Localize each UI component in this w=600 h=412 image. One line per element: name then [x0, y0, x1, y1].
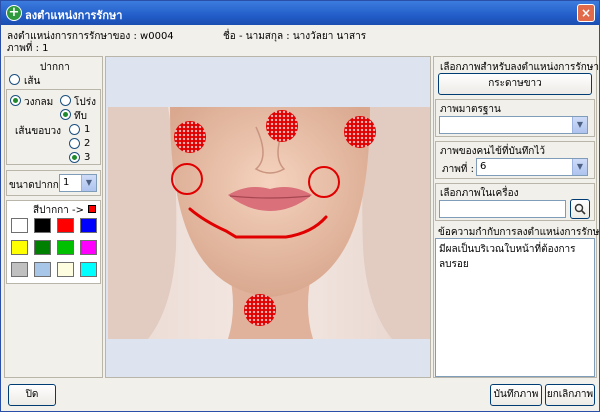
pen-tools-panel: ปากกา เส้น วงกลม โปร่ง ทึบ เส้นขอบวง 1 2… [4, 56, 103, 378]
pen-size-value: 1 [63, 177, 70, 188]
local-image-label: เลือกภาพในเครื่อง [440, 188, 519, 199]
line-radio[interactable] [9, 74, 20, 85]
image-options-panel: เลือกภาพสำหรับลงตำแหน่งการรักษา กระดาษขา… [433, 56, 599, 378]
close-button[interactable]: ปิด [8, 384, 56, 406]
hollow-radio[interactable] [60, 95, 71, 106]
treatment-ring[interactable] [308, 166, 340, 198]
color-swatch[interactable] [80, 240, 97, 255]
color-swatch[interactable] [57, 218, 74, 233]
cancel-image-button[interactable]: ยกเลิกภาพ [545, 384, 595, 406]
circle-label: วงกลม [24, 97, 54, 108]
color-swatch[interactable] [34, 240, 51, 255]
standard-image-select[interactable]: ▼ [439, 116, 588, 134]
treatment-line[interactable] [186, 203, 336, 243]
border-width-3-radio[interactable] [69, 152, 80, 163]
circle-radio[interactable] [10, 95, 21, 106]
border-width-1-radio[interactable] [69, 124, 80, 135]
treatment-position-window: + ลงตำแหน่งการรักษา × ลงตำแหน่งการการรัก… [0, 0, 600, 412]
image-number: ภาพที่ : 1 [7, 43, 49, 54]
app-icon: + [6, 5, 22, 21]
chevron-down-icon: ▼ [81, 175, 96, 191]
image-no-value: 6 [480, 161, 487, 172]
local-image-path-input[interactable] [439, 200, 566, 218]
color-swatch[interactable] [80, 262, 97, 277]
patient-name: ชื่อ - นามสกุล : นางวัลยา นาสาร [223, 31, 367, 42]
solid-label: ทึบ [74, 111, 87, 122]
treatment-mark[interactable] [174, 121, 206, 153]
saved-images-group: ภาพของคนไข้ที่บันทึกไว้ ภาพที่ : 6 ▼ [435, 141, 595, 179]
treatment-mark[interactable] [266, 110, 298, 142]
close-window-button[interactable]: × [577, 4, 595, 22]
search-icon [574, 203, 586, 215]
color-swatch[interactable] [80, 218, 97, 233]
border-width-2-label: 2 [84, 138, 91, 149]
local-image-group: เลือกภาพในเครื่อง [435, 183, 595, 221]
color-palette-group: สีปากกา -> [6, 200, 101, 284]
border-width-1-label: 1 [84, 124, 91, 135]
image-no-label: ภาพที่ : [442, 164, 474, 175]
image-canvas[interactable] [105, 56, 431, 378]
color-swatch[interactable] [11, 240, 28, 255]
color-swatch[interactable] [57, 240, 74, 255]
chevron-down-icon: ▼ [572, 117, 587, 133]
hollow-label: โปร่ง [74, 97, 96, 108]
image-no-select[interactable]: 6 ▼ [476, 158, 588, 176]
border-width-3-label: 3 [84, 152, 91, 163]
pen-size-select[interactable]: 1 ▼ [59, 174, 97, 192]
color-swatch[interactable] [34, 218, 51, 233]
standard-image-group: ภาพมาตรฐาน ▼ [435, 99, 595, 137]
note-textarea[interactable]: มีผลเป็นบริเวณใบหน้าที่ต้องการลบรอย [435, 238, 595, 377]
pen-size-label: ขนาดปากกา [9, 180, 65, 191]
color-swatch[interactable] [11, 262, 28, 277]
selected-color-indicator [88, 205, 96, 213]
border-width-label: เส้นขอบวง [15, 126, 62, 137]
treatment-ring[interactable] [171, 163, 203, 195]
standard-image-label: ภาพมาตรฐาน [440, 104, 501, 115]
white-paper-button[interactable]: กระดาษขาว [438, 73, 592, 95]
window-title: ลงตำแหน่งการรักษา [25, 9, 123, 22]
saved-images-label: ภาพของคนไข้ที่บันทึกไว้ [440, 146, 545, 157]
pen-group-label: ปากกา [40, 62, 70, 73]
border-width-2-radio[interactable] [69, 138, 80, 149]
color-swatch[interactable] [57, 262, 74, 277]
treatment-mark[interactable] [244, 294, 276, 326]
pen-size-group: ขนาดปากกา 1 ▼ [6, 170, 101, 196]
treatment-mark[interactable] [344, 116, 376, 148]
chevron-down-icon: ▼ [572, 159, 587, 175]
circle-options-group: วงกลม โปร่ง ทึบ เส้นขอบวง 1 2 3 [6, 89, 101, 165]
title-bar: + ลงตำแหน่งการรักษา × [1, 1, 599, 25]
solid-radio[interactable] [60, 109, 71, 120]
pen-color-label: สีปากกา -> [33, 205, 84, 216]
line-label: เส้น [24, 76, 41, 87]
color-swatch[interactable] [34, 262, 51, 277]
color-swatch[interactable] [11, 218, 28, 233]
save-image-button[interactable]: บันทึกภาพ [490, 384, 542, 406]
browse-button[interactable] [570, 199, 590, 219]
